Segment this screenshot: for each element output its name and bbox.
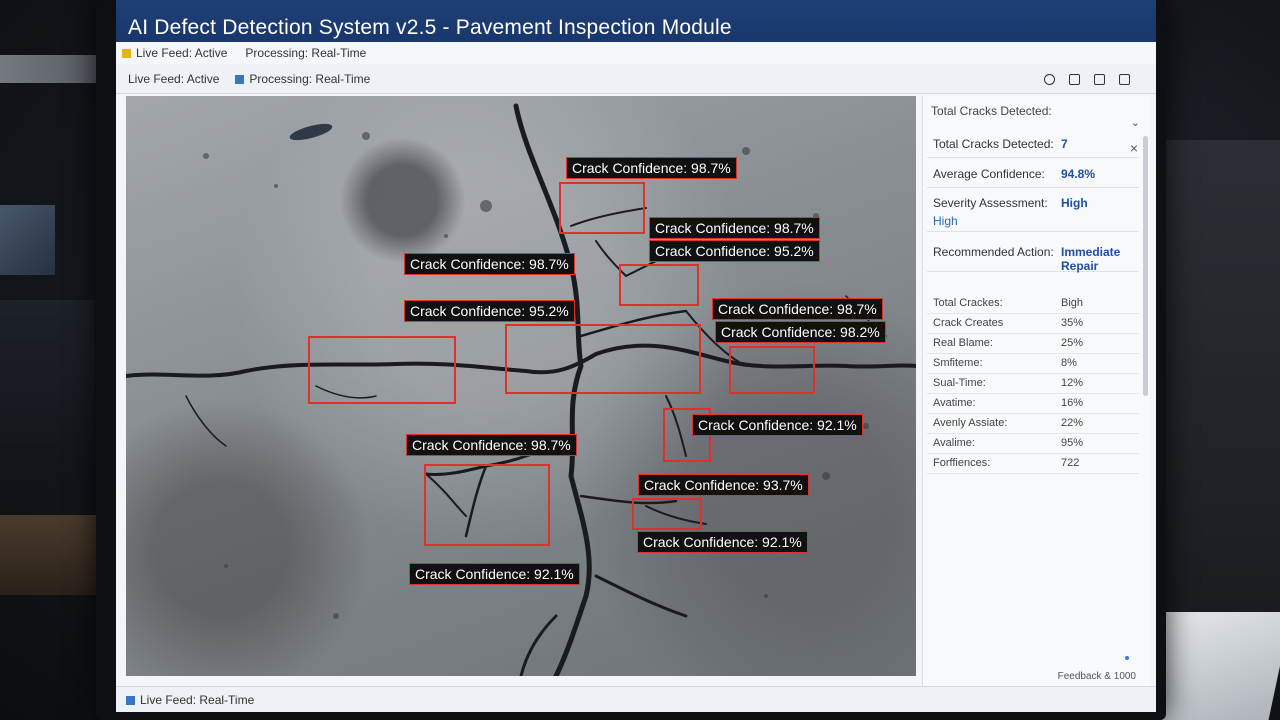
live-feed-status-sub: Live Feed: Active (128, 71, 220, 86)
detection-label: Crack Confidence: 98.7% (566, 157, 737, 179)
summary-average-confidence: Average Confidence: 94.8% (927, 158, 1139, 188)
detection-box[interactable] (559, 182, 645, 234)
live-feed-status: Live Feed: Active (122, 46, 227, 60)
status-bar-sub: Live Feed: Active Processing: Real-Time (116, 64, 1156, 94)
summary-severity: Severity Assessment: High High (927, 188, 1139, 232)
detection-label: Crack Confidence: 95.2% (404, 300, 575, 322)
app-title: AI Defect Detection System v2.5 - Paveme… (128, 16, 732, 39)
detection-box[interactable] (619, 264, 699, 306)
status-bar-top: Live Feed: Active Processing: Real-Time (116, 42, 1156, 64)
pavement-image-viewport[interactable]: Crack Confidence: 98.7% Crack Confidence… (126, 96, 916, 676)
detection-label: Crack Confidence: 98.7% (649, 217, 820, 239)
detection-box[interactable] (729, 346, 815, 394)
processing-status: Processing: Real-Time (245, 46, 367, 60)
processing-indicator-icon (235, 74, 245, 84)
app-window: AI Defect Detection System v2.5 - Paveme… (116, 0, 1156, 712)
summary-recommended-action: Recommended Action: Immediate Repair (927, 232, 1139, 273)
detection-label: Crack Confidence: 98.7% (406, 434, 577, 456)
detection-label: Crack Confidence: 92.1% (692, 414, 863, 436)
detection-label: Crack Confidence: 93.7% (638, 474, 809, 496)
detection-label: Crack Confidence: 98.7% (404, 253, 575, 275)
detection-label: Crack Confidence: 98.2% (715, 321, 886, 343)
detection-label: Crack Confidence: 95.2% (649, 240, 820, 262)
bottom-status-text: Live Feed: Real-Time (140, 693, 255, 707)
panel-footer: Feedback & 1000 (1057, 671, 1136, 682)
window-controls (1044, 74, 1130, 85)
detection-box[interactable] (308, 336, 456, 404)
detection-label: Crack Confidence: 92.1% (409, 563, 580, 585)
power-led (1125, 656, 1129, 660)
detection-label: Crack Confidence: 98.7% (712, 298, 883, 320)
results-panel: Total Cracks Detected: ⌄ × Total Cracks … (922, 96, 1150, 686)
background-shelf (0, 300, 95, 480)
stat-row: Real Blame: 25% (927, 334, 1139, 354)
stat-row: Avatime: 16% (927, 394, 1139, 414)
stat-row: Crack Creates 35% (927, 314, 1139, 334)
stat-row: Avenly Assiate: 22% (927, 414, 1139, 434)
live-indicator-icon (126, 696, 135, 705)
background-desk (0, 515, 110, 595)
summary-total-cracks: Total Cracks Detected: 7 (927, 128, 1139, 158)
live-indicator-icon (122, 49, 131, 58)
stat-row: Total Crackes: Bigh (927, 294, 1139, 314)
panel-header: Total Cracks Detected: (931, 104, 1052, 118)
stat-row: Forffiences: 722 (927, 454, 1139, 474)
settings-icon[interactable] (1044, 74, 1055, 85)
detection-box[interactable] (632, 498, 702, 530)
processing-status-sub: Processing: Real-Time (235, 72, 370, 86)
detection-label: Crack Confidence: 92.1% (637, 531, 808, 553)
maximize-button[interactable] (1094, 74, 1105, 85)
bottom-status-bar: Live Feed: Real-Time (116, 686, 1156, 712)
ceiling-light (0, 55, 100, 83)
minimize-button[interactable] (1069, 74, 1080, 85)
background-monitor (1160, 140, 1280, 620)
detection-box[interactable] (505, 324, 701, 394)
close-button[interactable] (1119, 74, 1130, 85)
detection-box[interactable] (424, 464, 550, 546)
wall-picture (0, 205, 55, 275)
stat-row: Smfiteme: 8% (927, 354, 1139, 374)
stat-row: Avalime: 95% (927, 434, 1139, 454)
panel-scrollbar[interactable] (1143, 136, 1148, 396)
stat-row: Sual-Time: 12% (927, 374, 1139, 394)
